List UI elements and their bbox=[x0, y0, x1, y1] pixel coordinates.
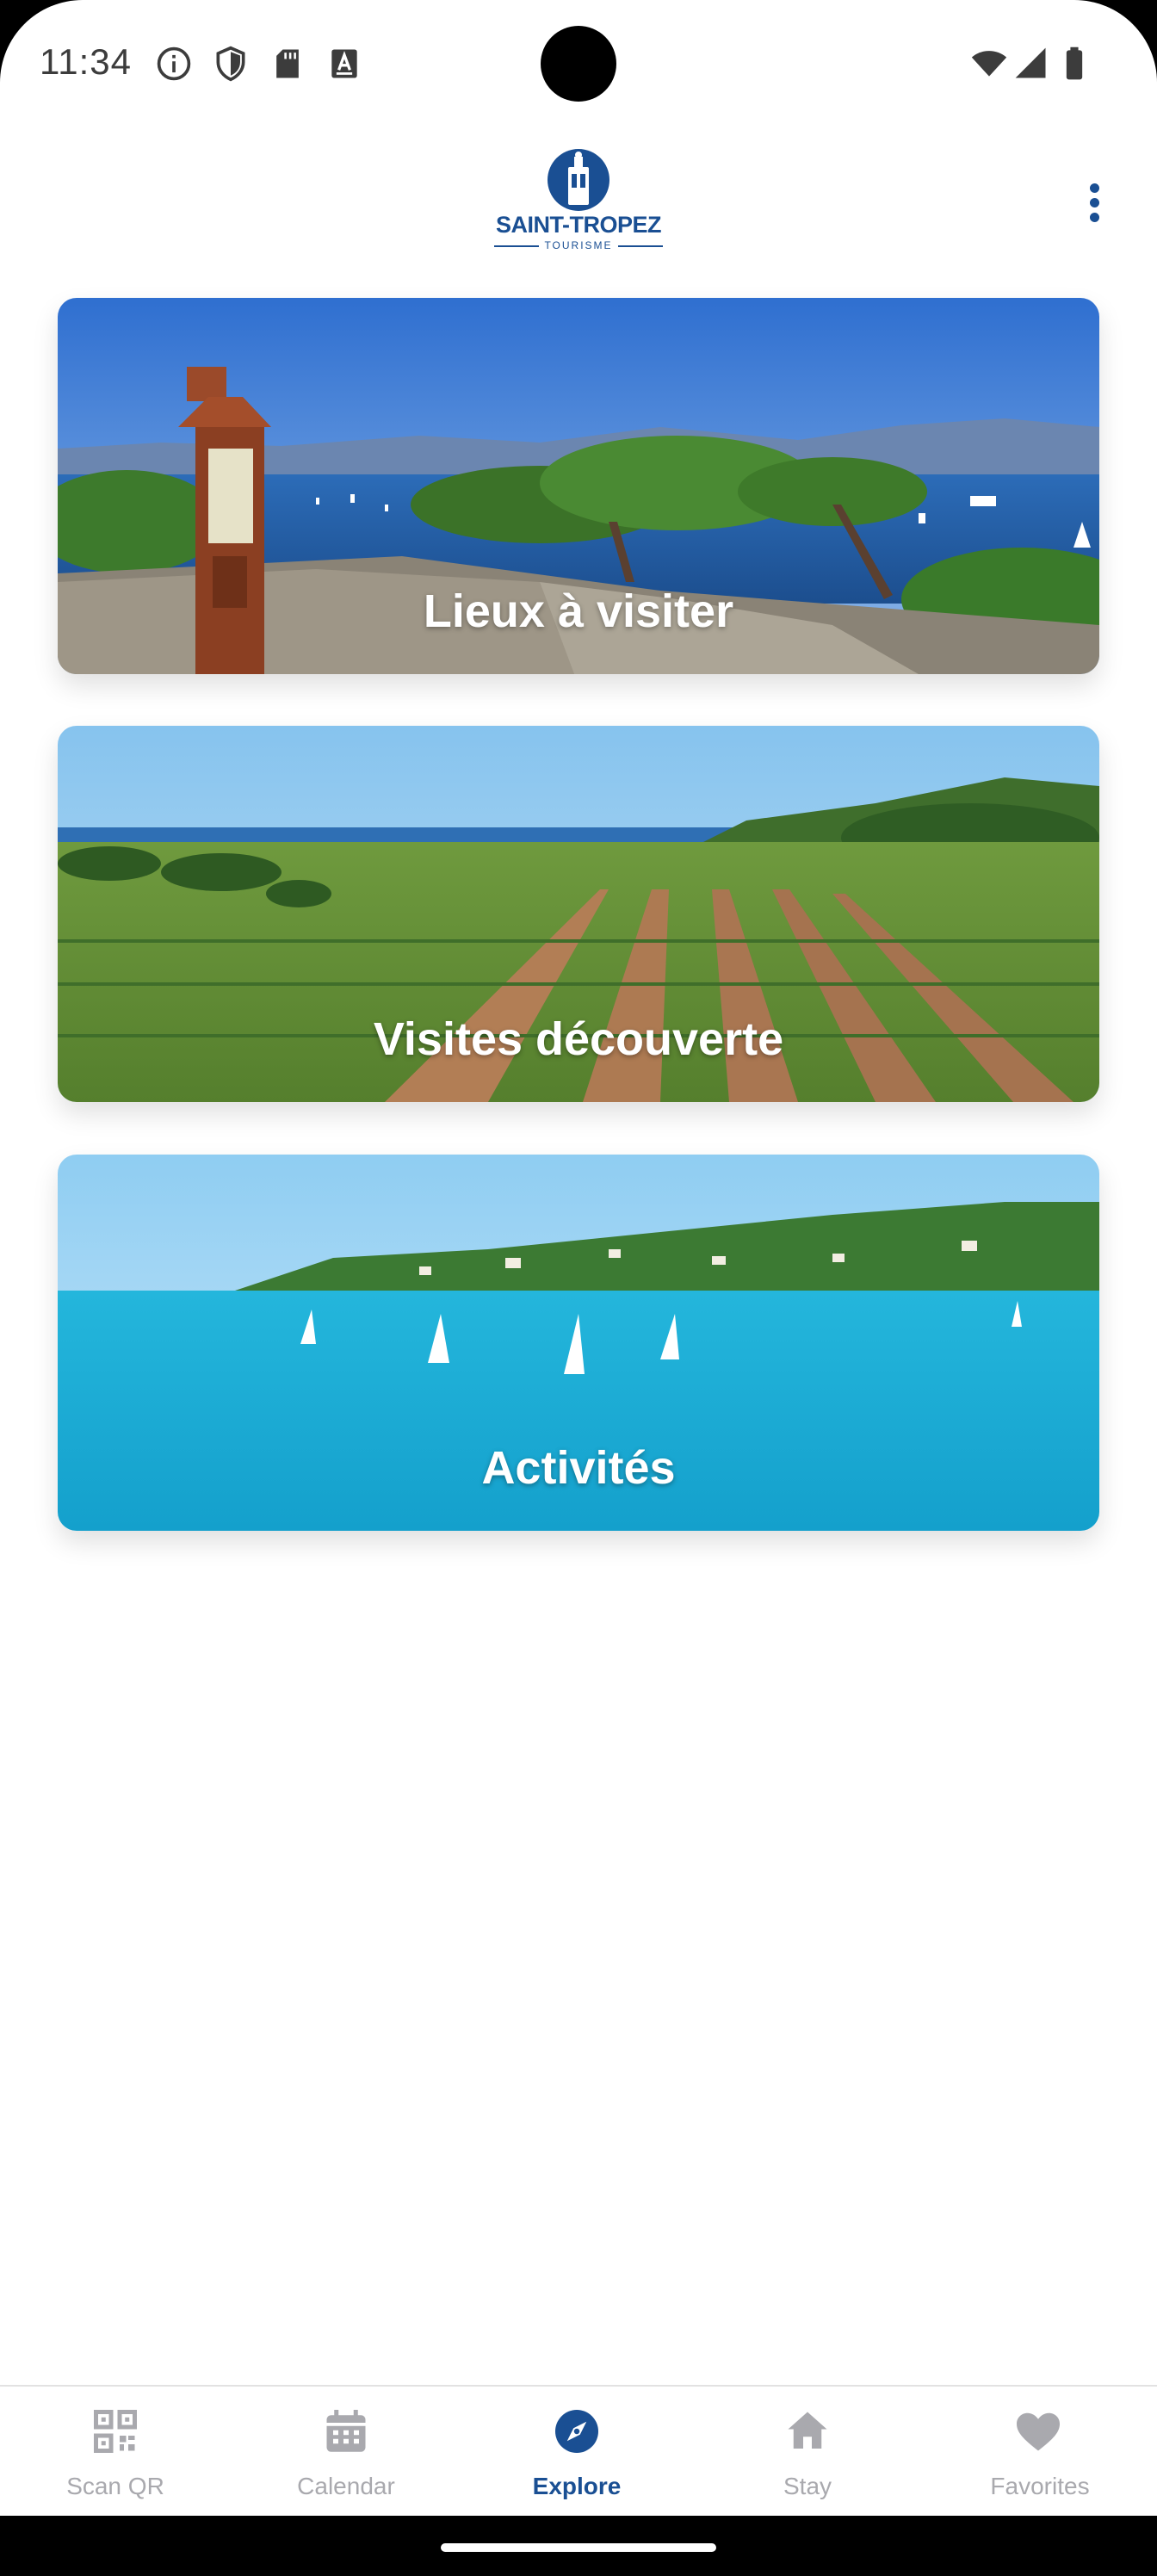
signal-icon bbox=[1015, 47, 1046, 78]
qr-code-icon bbox=[94, 2410, 137, 2453]
nav-label: Scan QR bbox=[66, 2473, 164, 2499]
status-bar: 11:34 bbox=[0, 0, 1157, 129]
info-icon bbox=[157, 46, 191, 81]
nav-label: Explore bbox=[532, 2473, 622, 2499]
status-time: 11:34 bbox=[40, 41, 132, 82]
sd-card-icon bbox=[276, 49, 299, 78]
logo-subtext: TOURISME bbox=[492, 239, 665, 251]
compass-icon bbox=[555, 2410, 598, 2453]
bottom-navigation: Scan QR Calendar Explore Stay Favorites bbox=[0, 2385, 1157, 2516]
nav-favorites[interactable]: Favorites bbox=[923, 2387, 1157, 2516]
nav-calendar[interactable]: Calendar bbox=[231, 2387, 461, 2516]
nav-scan-qr[interactable]: Scan QR bbox=[0, 2387, 231, 2516]
logo-text: SAINT-TROPEZ bbox=[495, 212, 662, 238]
card-visites-decouverte[interactable]: Visites découverte bbox=[58, 726, 1099, 1102]
nav-label: Stay bbox=[783, 2473, 832, 2499]
card-label: Lieux à visiter bbox=[423, 585, 734, 637]
home-gesture-handle[interactable] bbox=[441, 2543, 716, 2552]
home-icon bbox=[788, 2412, 827, 2449]
card-label: Visites découverte bbox=[373, 1013, 784, 1065]
front-camera bbox=[541, 26, 616, 102]
nav-label: Calendar bbox=[297, 2473, 395, 2499]
saint-tropez-logo: SAINT-TROPEZ TOURISME bbox=[492, 148, 665, 260]
card-label: Activités bbox=[481, 1442, 676, 1494]
shield-icon bbox=[216, 46, 245, 82]
heart-icon bbox=[1017, 2412, 1060, 2451]
more-vert-icon[interactable] bbox=[1076, 176, 1114, 228]
app-screen: 11:34 SAINT-TROPEZ TOURISME Lieux à visi… bbox=[0, 0, 1157, 2576]
nav-label: Favorites bbox=[990, 2473, 1090, 2499]
card-lieux-a-visiter[interactable]: Lieux à visiter bbox=[58, 298, 1099, 674]
nav-explore[interactable]: Explore bbox=[461, 2387, 692, 2516]
keyboard-a-icon bbox=[331, 49, 357, 78]
logo-emblem bbox=[548, 149, 609, 211]
wifi-icon bbox=[971, 51, 1007, 77]
gesture-navigation-bar bbox=[0, 2516, 1157, 2576]
card-activites[interactable]: Activités bbox=[58, 1155, 1099, 1531]
battery-icon bbox=[1066, 46, 1083, 80]
nav-stay[interactable]: Stay bbox=[692, 2387, 923, 2516]
calendar-icon bbox=[326, 2410, 366, 2452]
